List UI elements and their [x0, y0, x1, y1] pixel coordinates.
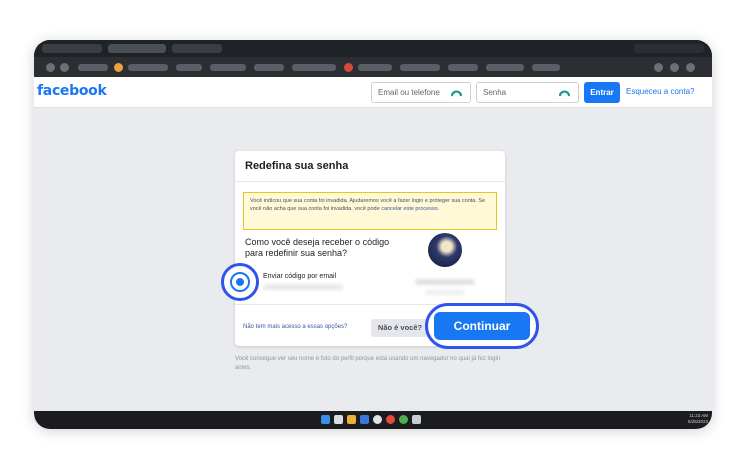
file-explorer-icon[interactable] [347, 415, 356, 424]
bookmark-item[interactable] [448, 64, 478, 71]
clock-date: 6/25/2023 [687, 419, 708, 424]
browser-bookmarks-bar [34, 58, 712, 77]
facebook-header: facebook Email ou telefone Senha Entrar … [34, 77, 712, 108]
password-manager-icon[interactable] [451, 87, 462, 98]
bookmark-item[interactable] [210, 64, 246, 71]
blurred-profile-subtitle [425, 290, 465, 295]
blurred-email [263, 284, 343, 290]
continue-button[interactable]: Continuar [434, 312, 530, 340]
app-icon[interactable] [399, 415, 408, 424]
browser-tab-strip [34, 40, 712, 57]
forgot-account-link[interactable]: Esqueceu a conta? [626, 87, 695, 96]
hacked-warning-box: Você indicou que sua conta foi invadida.… [243, 192, 497, 230]
avatar [428, 233, 462, 267]
login-button[interactable]: Entrar [584, 82, 620, 103]
highlight-circle-radio[interactable] [221, 263, 259, 301]
search-icon[interactable] [334, 415, 343, 424]
browser-chrome [34, 40, 712, 77]
mail-icon[interactable] [360, 415, 369, 424]
bookmark-icon[interactable] [114, 63, 123, 72]
bookmark-item[interactable] [486, 64, 524, 71]
browser-tab[interactable] [172, 44, 222, 53]
chrome-icon[interactable] [386, 415, 395, 424]
browser-tab[interactable] [42, 44, 102, 53]
reset-method-question: Como você deseja receber o código para r… [245, 237, 390, 258]
password-field[interactable]: Senha [476, 82, 579, 103]
bookmark-item[interactable] [128, 64, 168, 71]
highlight-circle-continue: Continuar [425, 303, 539, 349]
window-controls[interactable] [634, 44, 704, 53]
radio-dot [236, 278, 244, 286]
back-icon[interactable] [46, 63, 55, 72]
extension-icon[interactable] [654, 63, 663, 72]
password-placeholder: Senha [483, 88, 507, 97]
card-title: Redefina sua senha [245, 160, 349, 172]
menu-icon[interactable] [686, 63, 695, 72]
password-manager-icon[interactable] [559, 87, 570, 98]
bookmark-item[interactable] [254, 64, 284, 71]
bookmark-item[interactable] [358, 64, 392, 71]
warning-end: . [437, 206, 440, 212]
bookmark-icon[interactable] [344, 63, 353, 72]
browser-icon[interactable] [373, 415, 382, 424]
forward-icon[interactable] [60, 63, 69, 72]
windows-start-icon[interactable] [321, 415, 330, 424]
browser-tab-active[interactable] [108, 44, 166, 53]
cancel-process-link[interactable]: cancelar este processo [381, 206, 438, 212]
bookmark-item[interactable] [176, 64, 202, 71]
email-option-label[interactable]: Enviar código por email [263, 273, 336, 280]
bookmark-item[interactable] [532, 64, 560, 71]
warning-text: Você indicou que sua conta foi invadida.… [250, 198, 486, 212]
profile-footnote: Você consegue ver seu nome e foto do per… [235, 356, 501, 371]
bookmark-item[interactable] [400, 64, 440, 71]
app-icon[interactable] [412, 415, 421, 424]
screenshot-frame: facebook Email ou telefone Senha Entrar … [34, 40, 712, 429]
taskbar-clock[interactable]: 11:23 AM 6/25/2023 [688, 413, 708, 425]
email-placeholder: Email ou telefone [378, 88, 440, 97]
not-you-button[interactable]: Não é você? [371, 319, 429, 337]
windows-taskbar: 11:23 AM 6/25/2023 [34, 411, 712, 429]
radio-selected-icon[interactable] [230, 272, 250, 292]
bookmark-item[interactable] [78, 64, 108, 71]
divider [235, 181, 505, 182]
reset-password-card: Redefina sua senha Você indicou que sua … [221, 151, 539, 349]
no-access-link[interactable]: Não tem mais acesso a essas opções? [243, 324, 347, 330]
bookmark-item[interactable] [292, 64, 336, 71]
blurred-profile-name [415, 279, 475, 285]
email-field[interactable]: Email ou telefone [371, 82, 471, 103]
profile-icon[interactable] [670, 63, 679, 72]
facebook-logo[interactable]: facebook [37, 83, 107, 99]
